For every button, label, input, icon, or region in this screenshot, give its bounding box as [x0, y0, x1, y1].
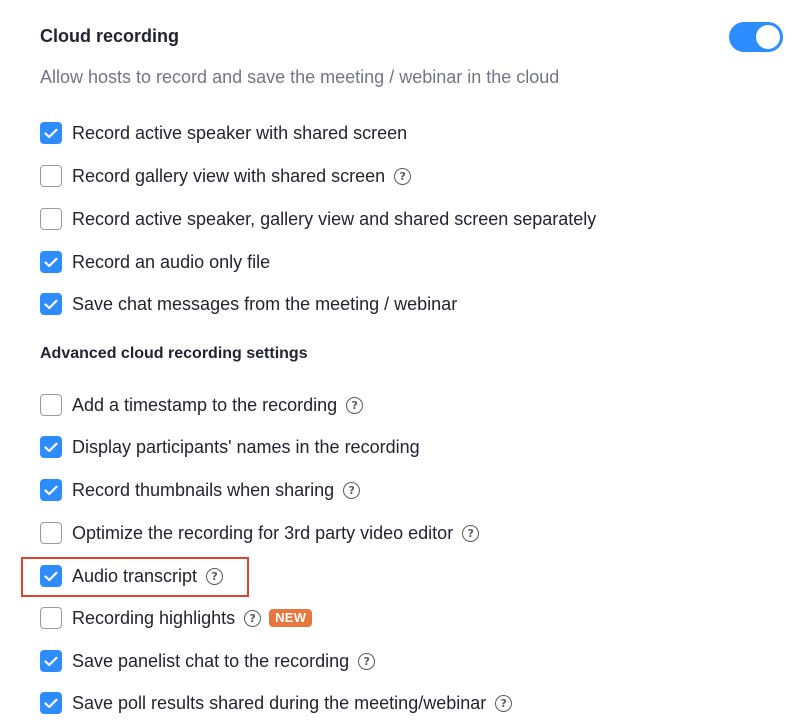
option-optimize-3rd-party-editor[interactable]: Optimize the recording for 3rd party vid…: [40, 520, 480, 546]
new-badge: NEW: [269, 609, 313, 627]
checkbox[interactable]: [40, 251, 62, 273]
option-save-poll-results[interactable]: Save poll results shared during the meet…: [40, 690, 513, 716]
option-label: Add a timestamp to the recording: [72, 395, 338, 415]
help-icon[interactable]: ?: [462, 524, 480, 542]
help-icon[interactable]: ?: [343, 481, 361, 499]
option-label: Recording highlights: [72, 608, 236, 628]
option-record-separately[interactable]: Record active speaker, gallery view and …: [40, 206, 596, 232]
option-display-participant-names[interactable]: Display participants' names in the recor…: [40, 434, 420, 460]
checkbox[interactable]: [40, 165, 62, 187]
option-record-active-speaker[interactable]: Record active speaker with shared screen: [40, 120, 407, 146]
option-label: Record an audio only file: [72, 252, 271, 272]
option-label: Display participants' names in the recor…: [72, 437, 420, 457]
option-add-timestamp[interactable]: Add a timestamp to the recording ?: [40, 392, 364, 418]
checkbox[interactable]: [40, 394, 62, 416]
help-icon[interactable]: ?: [346, 396, 364, 414]
option-save-panelist-chat[interactable]: Save panelist chat to the recording ?: [40, 648, 376, 674]
checkbox[interactable]: [40, 436, 62, 458]
checkbox[interactable]: [40, 692, 62, 714]
checkbox[interactable]: [40, 208, 62, 230]
help-icon[interactable]: ?: [358, 652, 376, 670]
option-record-gallery-view[interactable]: Record gallery view with shared screen ?: [40, 163, 412, 189]
help-icon[interactable]: ?: [394, 167, 412, 185]
option-record-audio-only[interactable]: Record an audio only file: [40, 249, 270, 275]
option-label: Save chat messages from the meeting / we…: [72, 294, 458, 314]
option-audio-transcript[interactable]: Audio transcript ?: [40, 563, 224, 589]
cloud-recording-title: Cloud recording: [40, 26, 179, 46]
option-label: Record thumbnails when sharing: [72, 480, 335, 500]
option-label: Record gallery view with shared screen: [72, 166, 386, 186]
option-label: Record active speaker with shared screen: [72, 123, 408, 143]
help-icon[interactable]: ?: [244, 609, 262, 627]
option-label: Optimize the recording for 3rd party vid…: [72, 523, 454, 543]
help-icon[interactable]: ?: [206, 567, 224, 585]
help-icon[interactable]: ?: [495, 694, 513, 712]
checkbox[interactable]: [40, 650, 62, 672]
checkbox[interactable]: [40, 565, 62, 587]
option-label: Audio transcript: [72, 566, 198, 586]
toggle-knob: [756, 25, 780, 49]
option-save-chat-messages[interactable]: Save chat messages from the meeting / we…: [40, 291, 457, 317]
advanced-settings-heading: Advanced cloud recording settings: [40, 345, 308, 362]
checkbox[interactable]: [40, 122, 62, 144]
cloud-recording-description: Allow hosts to record and save the meeti…: [40, 67, 560, 87]
option-record-thumbnails[interactable]: Record thumbnails when sharing ?: [40, 477, 361, 503]
option-label: Save panelist chat to the recording: [72, 651, 350, 671]
checkbox[interactable]: [40, 293, 62, 315]
option-label: Record active speaker, gallery view and …: [72, 209, 597, 229]
checkbox[interactable]: [40, 522, 62, 544]
option-label: Save poll results shared during the meet…: [72, 693, 487, 713]
cloud-recording-toggle[interactable]: [729, 22, 783, 52]
option-recording-highlights[interactable]: Recording highlights ? NEW: [40, 605, 313, 631]
checkbox[interactable]: [40, 479, 62, 501]
checkbox[interactable]: [40, 607, 62, 629]
